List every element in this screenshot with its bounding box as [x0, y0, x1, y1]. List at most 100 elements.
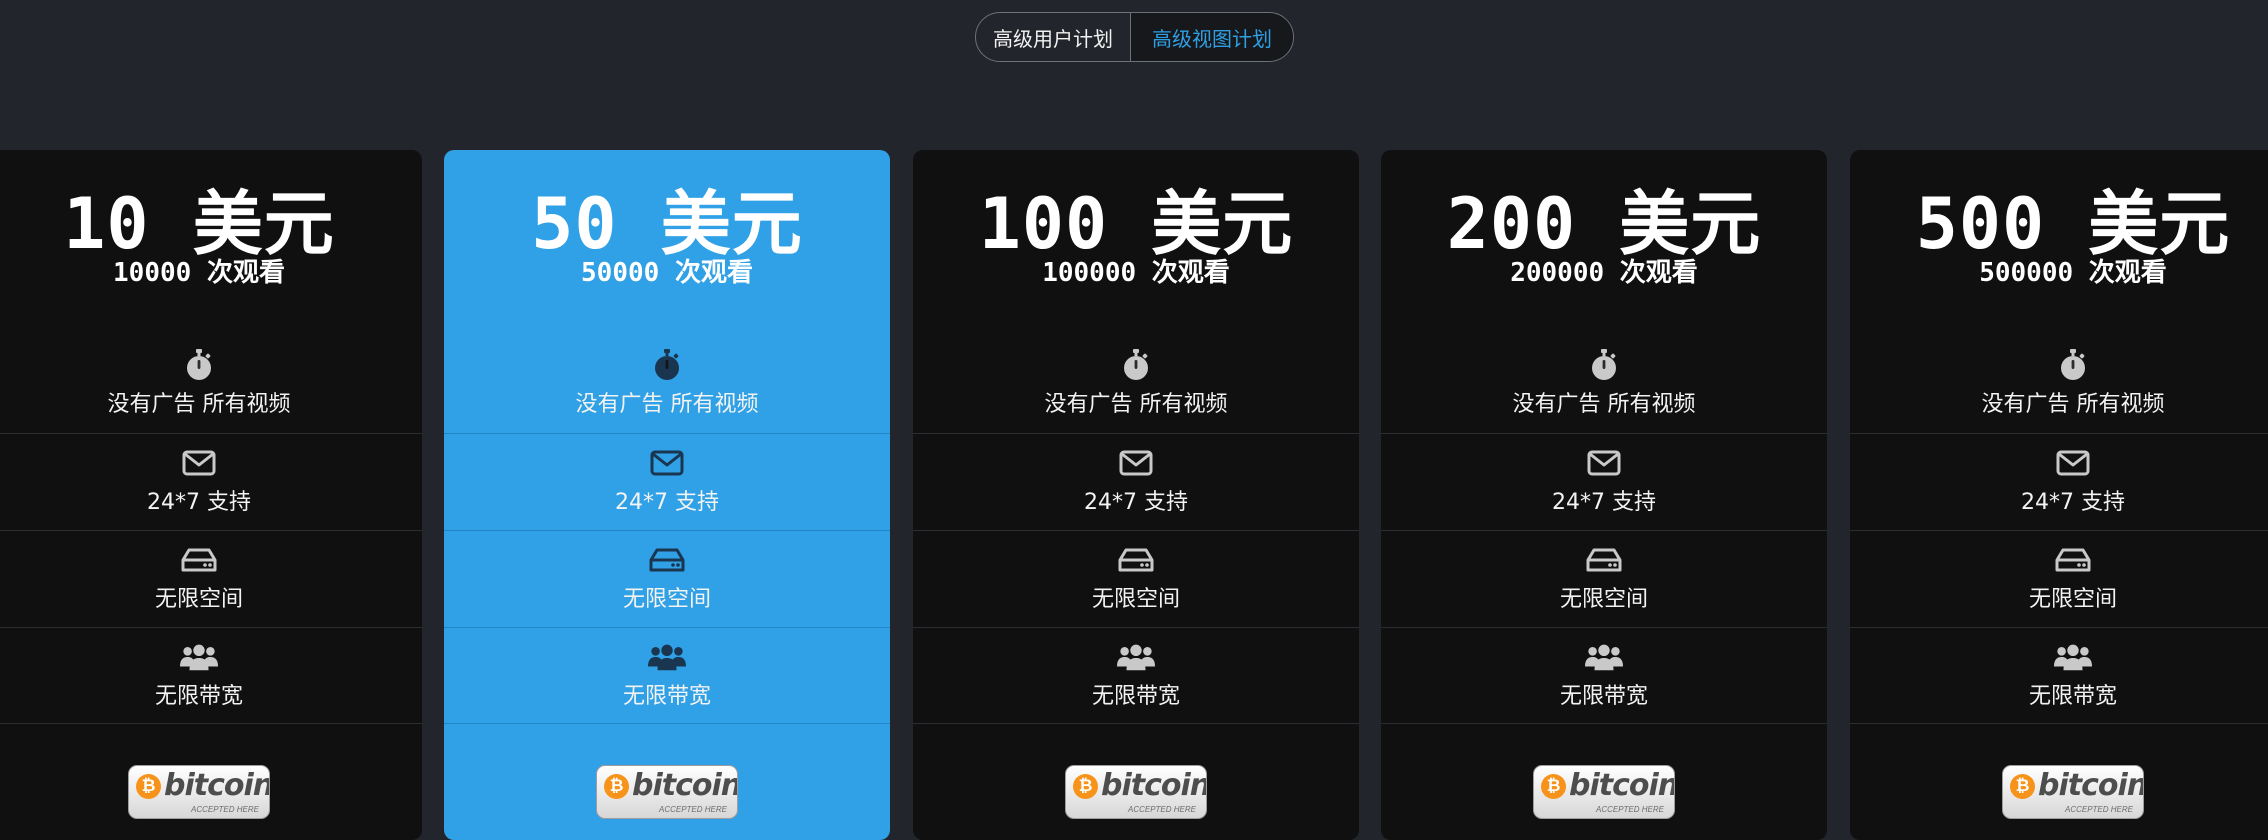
bitcoin-badge-subtext: ACCEPTED HERE — [1127, 805, 1196, 814]
bitcoin-icon: ₿ — [2010, 774, 2035, 799]
bitcoin-accepted-badge[interactable]: ₿ bitcoin ACCEPTED HERE — [128, 765, 270, 819]
plan-card[interactable]: 500 美元 500000 次观看没有广告 所有视频 24*7 支持 无限空间无限带宽… — [1850, 150, 2268, 840]
plan-feature: 没有广告 所有视频 — [913, 340, 1359, 433]
hard-drive-icon — [1585, 545, 1623, 575]
stopwatch-icon — [648, 349, 686, 380]
plan-feature: 24*7 支持 — [913, 433, 1359, 530]
plan-views: 100000 次观看 — [1042, 258, 1230, 288]
plan-feature-label: 无限带宽 — [1091, 684, 1180, 709]
bitcoin-accepted-badge[interactable]: ₿ bitcoin ACCEPTED HERE — [1533, 765, 1675, 819]
plan-views: 10000 次观看 — [113, 258, 285, 288]
plan-feature: 没有广告 所有视频 — [444, 340, 890, 433]
users-icon — [1585, 642, 1623, 672]
plan-feature-list: 没有广告 所有视频 24*7 支持 无限空间无限带宽 — [913, 340, 1359, 724]
stopwatch-icon — [1585, 349, 1623, 380]
plan-feature-label: 没有广告 所有视频 — [1512, 392, 1696, 417]
envelope-icon — [648, 448, 686, 478]
users-icon — [2054, 642, 2092, 672]
bitcoin-wordmark: bitcoin — [2038, 768, 2144, 803]
plan-price: 50 美元 — [531, 183, 803, 265]
plan-feature-label: 无限带宽 — [154, 684, 243, 709]
plan-feature-label: 24*7 支持 — [147, 490, 251, 515]
bitcoin-wordmark: bitcoin — [632, 768, 738, 803]
bitcoin-wordmark: bitcoin — [1569, 768, 1675, 803]
plan-feature: 24*7 支持 — [1381, 433, 1827, 530]
plan-feature: 无限带宽 — [0, 627, 422, 724]
plan-card[interactable]: 10 美元 10000 次观看没有广告 所有视频 24*7 支持 无限空间无限带宽 ₿ b… — [0, 150, 422, 840]
bitcoin-accepted-badge[interactable]: ₿ bitcoin ACCEPTED HERE — [1065, 765, 1207, 819]
bitcoin-wordmark: bitcoin — [164, 768, 270, 803]
bitcoin-icon: ₿ — [136, 774, 161, 799]
plan-price: 10 美元 — [63, 183, 335, 265]
plan-feature: 没有广告 所有视频 — [1381, 340, 1827, 433]
plan-feature: 24*7 支持 — [1850, 433, 2268, 530]
plan-feature-label: 无限空间 — [622, 587, 711, 612]
plan-feature-label: 24*7 支持 — [1084, 490, 1188, 515]
plan-feature-list: 没有广告 所有视频 24*7 支持 无限空间无限带宽 — [444, 340, 890, 724]
hard-drive-icon — [648, 545, 686, 575]
plan-price: 500 美元 — [1915, 183, 2231, 265]
hard-drive-icon — [1117, 545, 1155, 575]
envelope-icon — [2054, 448, 2092, 478]
stopwatch-icon — [180, 349, 218, 380]
plan-card[interactable]: 100 美元 100000 次观看没有广告 所有视频 24*7 支持 无限空间无限带宽… — [913, 150, 1359, 840]
plan-feature: 无限空间 — [1850, 530, 2268, 627]
plan-feature: 无限带宽 — [1381, 627, 1827, 724]
envelope-icon — [180, 448, 218, 478]
toggle-premium-view-plan[interactable]: 高级视图计划 — [1131, 13, 1293, 61]
plan-feature-label: 24*7 支持 — [2021, 490, 2125, 515]
plan-feature: 无限空间 — [913, 530, 1359, 627]
bitcoin-icon: ₿ — [604, 774, 629, 799]
plan-feature: 24*7 支持 — [0, 433, 422, 530]
plan-feature-label: 无限带宽 — [2028, 684, 2117, 709]
plan-price: 200 美元 — [1446, 183, 1762, 265]
bitcoin-icon: ₿ — [1073, 774, 1098, 799]
plan-price: 100 美元 — [978, 183, 1294, 265]
plan-views: 500000 次观看 — [1979, 258, 2167, 288]
plan-feature: 无限空间 — [444, 530, 890, 627]
plan-feature-label: 无限空间 — [1091, 587, 1180, 612]
plan-feature: 无限带宽 — [1850, 627, 2268, 724]
bitcoin-accepted-badge[interactable]: ₿ bitcoin ACCEPTED HERE — [596, 765, 738, 819]
plan-feature-label: 无限空间 — [2028, 587, 2117, 612]
plan-feature: 没有广告 所有视频 — [1850, 340, 2268, 433]
plan-feature: 24*7 支持 — [444, 433, 890, 530]
bitcoin-icon: ₿ — [1541, 774, 1566, 799]
bitcoin-badge-subtext: ACCEPTED HERE — [1595, 805, 1664, 814]
plan-feature-label: 无限带宽 — [1559, 684, 1648, 709]
hard-drive-icon — [2054, 545, 2092, 575]
plan-feature-label: 没有广告 所有视频 — [107, 392, 291, 417]
plan-feature-label: 24*7 支持 — [615, 490, 719, 515]
stopwatch-icon — [1117, 349, 1155, 380]
plan-type-toggle: 高级用户计划 高级视图计划 — [975, 12, 1294, 62]
plan-feature: 无限带宽 — [913, 627, 1359, 724]
plan-card[interactable]: 50 美元 50000 次观看没有广告 所有视频 24*7 支持 无限空间无限带宽 ₿ b… — [444, 150, 890, 840]
plan-views: 200000 次观看 — [1510, 258, 1698, 288]
plan-feature-label: 没有广告 所有视频 — [1044, 392, 1228, 417]
envelope-icon — [1585, 448, 1623, 478]
stopwatch-icon — [2054, 349, 2092, 380]
plan-feature: 没有广告 所有视频 — [0, 340, 422, 433]
envelope-icon — [1117, 448, 1155, 478]
plan-views: 50000 次观看 — [581, 258, 753, 288]
bitcoin-accepted-badge[interactable]: ₿ bitcoin ACCEPTED HERE — [2002, 765, 2144, 819]
plan-feature: 无限带宽 — [444, 627, 890, 724]
plan-feature-list: 没有广告 所有视频 24*7 支持 无限空间无限带宽 — [0, 340, 422, 724]
bitcoin-badge-subtext: ACCEPTED HERE — [190, 805, 259, 814]
bitcoin-wordmark: bitcoin — [1101, 768, 1207, 803]
plan-feature: 无限空间 — [1381, 530, 1827, 627]
plan-feature-label: 无限空间 — [1559, 587, 1648, 612]
plan-card[interactable]: 200 美元 200000 次观看没有广告 所有视频 24*7 支持 无限空间无限带宽… — [1381, 150, 1827, 840]
bitcoin-badge-subtext: ACCEPTED HERE — [2064, 805, 2133, 814]
toggle-premium-user-plan[interactable]: 高级用户计划 — [976, 13, 1131, 61]
plan-feature-list: 没有广告 所有视频 24*7 支持 无限空间无限带宽 — [1850, 340, 2268, 724]
plan-feature-label: 无限空间 — [154, 587, 243, 612]
plan-feature-label: 没有广告 所有视频 — [575, 392, 759, 417]
plan-feature: 无限空间 — [0, 530, 422, 627]
plan-feature-label: 没有广告 所有视频 — [1981, 392, 2165, 417]
users-icon — [180, 642, 218, 672]
plan-feature-list: 没有广告 所有视频 24*7 支持 无限空间无限带宽 — [1381, 340, 1827, 724]
users-icon — [648, 642, 686, 672]
hard-drive-icon — [180, 545, 218, 575]
plan-feature-label: 24*7 支持 — [1552, 490, 1656, 515]
